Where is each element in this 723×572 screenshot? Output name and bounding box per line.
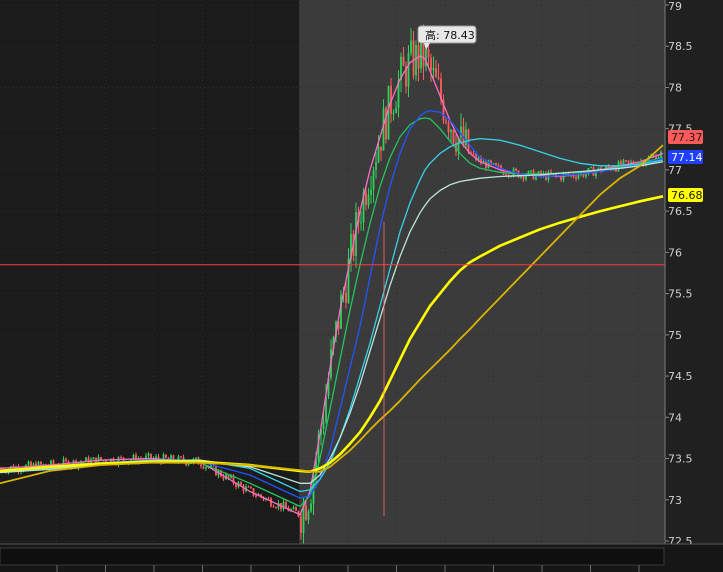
candle-body	[40, 462, 42, 465]
price-badge-label: 77.14	[671, 151, 703, 164]
price-badge: 76.68	[668, 188, 703, 202]
candle-body	[360, 222, 362, 224]
y-tick-label: 73	[668, 494, 682, 507]
candle-body	[377, 146, 380, 163]
candle-body	[410, 40, 412, 54]
candle-body	[435, 68, 437, 78]
candle-body	[195, 457, 197, 460]
y-tick-label: 79	[668, 0, 682, 13]
candle-body	[272, 506, 275, 508]
candle-body	[30, 461, 32, 466]
candle-body	[630, 161, 632, 163]
candle-body	[505, 174, 507, 176]
candle-body	[187, 463, 190, 466]
candle-body	[27, 461, 30, 466]
candle-body	[452, 129, 455, 143]
candle-body	[372, 170, 375, 190]
candle-body	[200, 464, 202, 467]
candle-body	[530, 170, 532, 172]
candle-body	[430, 57, 432, 71]
y-tick-label: 77	[668, 164, 682, 177]
candle-body	[472, 152, 475, 154]
candle-body	[147, 453, 150, 456]
y-tick-label: 78	[668, 81, 682, 94]
candle-body	[447, 122, 450, 133]
candle-body	[375, 162, 377, 171]
candle-body	[427, 49, 430, 58]
candle-body	[625, 160, 627, 162]
y-tick-label: 73.5	[668, 453, 693, 466]
candle-body	[120, 457, 122, 459]
candle-body	[577, 175, 580, 179]
scrollbar-track[interactable]	[0, 547, 665, 566]
price-badge-label: 77.37	[671, 131, 703, 144]
candle-body	[615, 169, 617, 172]
candle-body	[445, 120, 447, 123]
candle-body	[252, 488, 255, 496]
candle-body	[345, 292, 347, 303]
candle-body	[627, 160, 630, 163]
candle-body	[250, 487, 252, 489]
candle-body	[310, 503, 312, 512]
candle-body	[322, 422, 325, 429]
price-badge: 77.37	[668, 130, 703, 144]
candle-body	[515, 168, 517, 171]
candle-body	[380, 146, 382, 151]
candle-body	[65, 459, 67, 462]
candle-body	[307, 511, 310, 520]
candle-body	[370, 189, 372, 196]
y-tick-label: 75	[668, 329, 682, 342]
candle-body	[165, 454, 167, 458]
high-annotation-text: 高: 78.43	[425, 28, 475, 42]
y-tick-label: 75.5	[668, 288, 693, 301]
candle-body	[497, 165, 500, 167]
candle-body	[465, 129, 467, 146]
candle-body	[292, 507, 295, 510]
candle-body	[180, 456, 182, 458]
candle-body	[300, 516, 302, 533]
candle-body	[282, 502, 285, 510]
candle-body	[412, 40, 415, 76]
candle-body	[92, 457, 95, 460]
candle-body	[402, 56, 405, 66]
candle-body	[295, 507, 297, 511]
candle-body	[437, 77, 440, 79]
candle-body	[305, 505, 307, 520]
candle-body	[495, 163, 497, 166]
right-session-background	[299, 0, 665, 544]
candle-body	[367, 195, 370, 206]
candle-body	[247, 486, 250, 488]
candle-body	[205, 466, 207, 469]
candle-body	[590, 167, 592, 169]
candle-body	[432, 68, 435, 71]
price-badge-label: 76.68	[671, 189, 703, 202]
y-tick-label: 74	[668, 411, 682, 424]
candle-body	[407, 53, 410, 87]
candle-body	[170, 455, 172, 460]
y-tick-label: 76	[668, 246, 682, 259]
candle-body	[450, 129, 452, 133]
candle-body	[392, 112, 395, 115]
candle-body	[155, 456, 157, 459]
candle-body	[395, 107, 397, 113]
candle-body	[240, 482, 242, 486]
candle-body	[270, 498, 272, 507]
candle-body	[415, 45, 417, 76]
candle-body	[255, 495, 257, 497]
y-tick-label: 74.5	[668, 370, 693, 383]
candle-body	[365, 192, 367, 206]
y-tick-label: 76.5	[668, 205, 693, 218]
y-tick-label: 78.5	[668, 40, 693, 53]
price-chart: 72.57373.57474.57575.57676.57777.57878.5…	[0, 0, 723, 572]
price-badge: 77.14	[668, 150, 703, 164]
candle-body	[525, 175, 527, 180]
candle-body	[575, 176, 577, 179]
candle-body	[285, 502, 287, 508]
candle-body	[275, 507, 277, 509]
candle-body	[222, 476, 225, 480]
candle-body	[202, 466, 205, 469]
